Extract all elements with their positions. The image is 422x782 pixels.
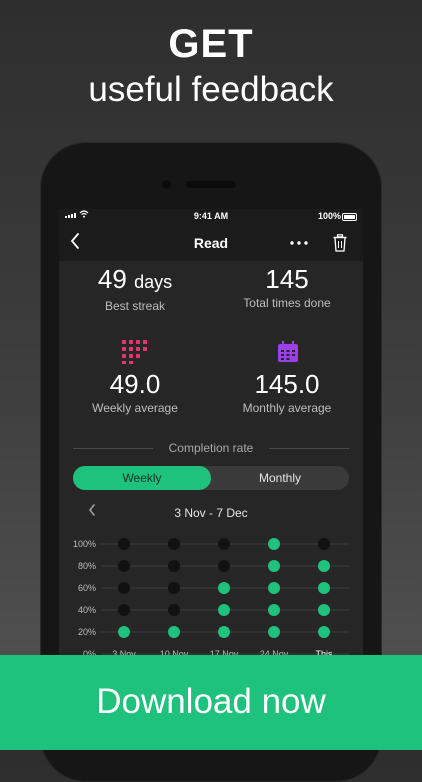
chart-dot [168, 626, 180, 638]
completion-rate-header: Completion rate [73, 441, 349, 455]
monthly-average-value: 145.0 [254, 369, 320, 399]
monthly-average-label: Monthly average [242, 401, 332, 415]
chart-dot [168, 538, 180, 550]
headline: GET useful feedback [0, 20, 422, 112]
tab-weekly[interactable]: Weekly [73, 466, 211, 490]
chart-dot [218, 626, 230, 638]
chart-dot [268, 560, 280, 572]
chart-dot [118, 604, 130, 616]
total-times-value: 145 [265, 264, 309, 294]
chart-dot [118, 538, 130, 550]
chart-dot [318, 604, 330, 616]
total-times-label: Total times done [243, 296, 331, 310]
y-tick-label: 40% [78, 605, 96, 615]
date-range-label: 3 Nov - 7 Dec [174, 506, 248, 520]
y-tick-label: 80% [78, 561, 96, 571]
completion-chart: 100%80%60%40%20%0% 3 Nov 10 Nov 17 Nov 24 No… [73, 538, 349, 659]
chart-dot [118, 626, 130, 638]
nav-bar: Read [59, 225, 363, 261]
chart-dot [218, 582, 230, 594]
tab-monthly[interactable]: Monthly [211, 466, 349, 490]
download-banner[interactable]: Download now [0, 655, 422, 750]
download-button-label[interactable]: Download now [0, 681, 422, 723]
chart-dot [268, 538, 280, 550]
y-tick-label: 100% [73, 539, 96, 549]
chart-dot [168, 582, 180, 594]
weekly-average-label: Weekly average [92, 401, 178, 415]
battery-icon [342, 213, 357, 221]
weekly-average-stat: 49.0 Weekly average [60, 369, 210, 415]
headline-subtitle: useful feedback [88, 70, 334, 109]
dot-grid-icon [122, 340, 148, 369]
y-tick-label: 60% [78, 583, 96, 593]
completion-rate-title: Completion rate [162, 441, 260, 455]
chart-dot [268, 582, 280, 594]
period-toggle: Weekly Monthly [73, 466, 349, 490]
camera-icon [162, 180, 171, 189]
best-streak-label: Best streak [104, 299, 166, 313]
y-tick-label: 20% [78, 627, 96, 637]
headline-title: GET [168, 22, 254, 66]
chart-dot [268, 604, 280, 616]
chart-dot [318, 626, 330, 638]
ellipsis-icon[interactable] [289, 231, 309, 258]
monthly-average-stat: 145.0 Monthly average [212, 369, 362, 415]
weekly-average-value: 49.0 [109, 369, 161, 399]
chart-dot [118, 582, 130, 594]
chart-dot [168, 604, 180, 616]
chart-dot [318, 582, 330, 594]
trash-icon[interactable] [333, 234, 347, 252]
calendar-icon [277, 341, 299, 368]
best-streak-stat: 49 days Best streak [60, 264, 210, 313]
speaker-grille [186, 181, 236, 188]
total-times-stat: 145 Total times done [212, 264, 362, 310]
best-streak-value: 49 [97, 264, 127, 294]
app-screen: 9:41 AM 100% Read 49 days Best streak 14… [59, 209, 363, 669]
chart-dot [118, 560, 130, 572]
chart-dot [218, 604, 230, 616]
chart-dot [218, 538, 230, 550]
status-bar: 9:41 AM 100% [59, 209, 363, 225]
chart-dot [168, 560, 180, 572]
battery-percent: 100% [317, 211, 341, 221]
page-title: Read [193, 235, 229, 251]
best-streak-unit: days [134, 272, 173, 292]
chart-dot [218, 560, 230, 572]
chart-dot [318, 538, 330, 550]
chart-dot [268, 626, 280, 638]
chart-dot [318, 560, 330, 572]
